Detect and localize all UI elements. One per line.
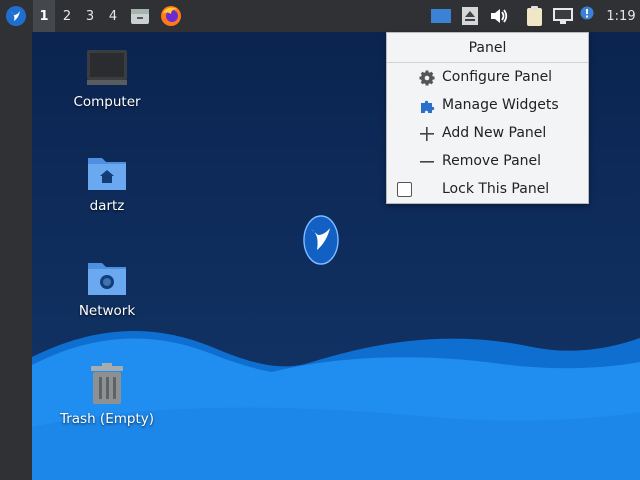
workspace-1[interactable]: 1: [33, 0, 55, 32]
notification-tray[interactable]: [578, 0, 596, 32]
notification-icon: [580, 6, 594, 20]
menu-item-label: Add New Panel: [442, 125, 547, 141]
firefox-icon: [161, 6, 181, 26]
display-icon: [431, 9, 451, 23]
menu-item-manage-widgets[interactable]: Manage Widgets: [387, 92, 588, 120]
desktop-icon-label: Trash (Empty): [59, 411, 155, 427]
puzzle-icon: [419, 98, 435, 114]
display-tray[interactable]: [428, 0, 454, 32]
network-folder-icon: [88, 263, 126, 295]
desktop-icon-computer[interactable]: Computer: [52, 48, 162, 110]
desktop-icon-trash[interactable]: Trash (Empty): [52, 363, 162, 427]
workspace-2[interactable]: 2: [56, 0, 78, 32]
menu-item-remove-panel[interactable]: Remove Panel: [387, 148, 588, 176]
app-menu-icon: [6, 6, 26, 26]
minus-icon: [419, 154, 435, 170]
desktop-icon-home-folder[interactable]: dartz: [52, 154, 162, 214]
clock[interactable]: 1:19: [604, 0, 638, 32]
desktop-icon-label: Computer: [73, 94, 141, 110]
menu-item-label: Manage Widgets: [442, 97, 559, 113]
menu-item-configure-panel[interactable]: Configure Panel: [387, 64, 588, 92]
clipboard-tray[interactable]: [523, 0, 547, 32]
desktop-icon-network[interactable]: Network: [52, 259, 162, 319]
menu-item-add-new-panel[interactable]: Add New Panel: [387, 120, 588, 148]
desktop-icon-label: Network: [78, 303, 136, 319]
workspace-3[interactable]: 3: [79, 0, 101, 32]
firefox-launcher[interactable]: [158, 0, 184, 32]
network-icon: [553, 8, 573, 24]
computer-icon: [87, 50, 127, 85]
eject-tray[interactable]: [459, 0, 481, 32]
menu-item-lock-panel[interactable]: Lock This Panel: [387, 176, 588, 204]
clipboard-icon: [527, 6, 542, 26]
menu-title: Panel: [387, 33, 588, 63]
taskbar: 1 2 3 4 1:19: [0, 0, 640, 32]
file-manager-icon: [131, 9, 149, 24]
center-logo: [303, 215, 339, 265]
gear-icon: [419, 70, 435, 86]
lock-panel-checkbox[interactable]: [397, 182, 412, 197]
panel-context-menu: Panel Configure Panel Manage Widgets Add…: [386, 32, 589, 204]
menu-item-label: Configure Panel: [442, 69, 553, 85]
volume-icon: [491, 9, 508, 23]
eject-icon: [462, 7, 478, 25]
workspace-4[interactable]: 4: [102, 0, 124, 32]
volume-tray[interactable]: [487, 0, 511, 32]
menu-item-label: Remove Panel: [442, 153, 542, 169]
left-panel-strip: [0, 32, 32, 480]
home-folder-icon: [88, 158, 126, 190]
app-menu-button[interactable]: [4, 0, 28, 32]
menu-item-label: Lock This Panel: [442, 181, 550, 197]
network-tray[interactable]: [550, 0, 576, 32]
file-manager-launcher[interactable]: [128, 0, 152, 32]
desktop-icon-label: dartz: [89, 198, 125, 214]
trash-icon: [91, 363, 123, 404]
plus-icon: [419, 126, 435, 142]
